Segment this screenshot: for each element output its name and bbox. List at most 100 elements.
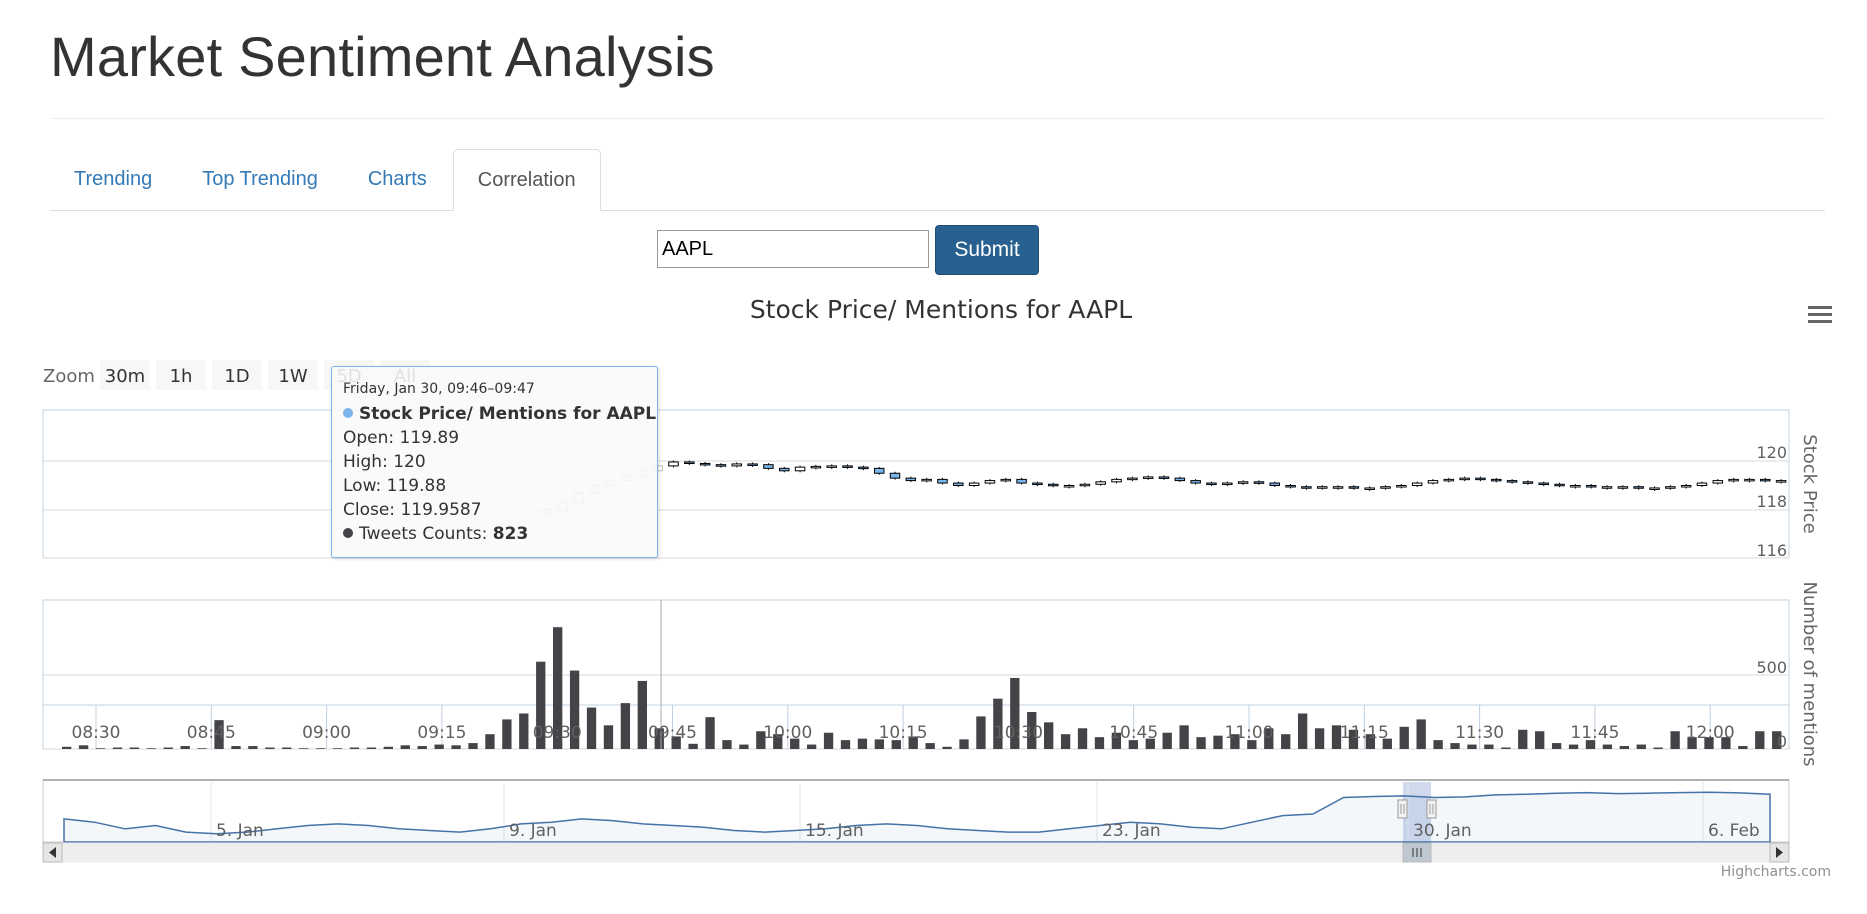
candle: [1237, 481, 1249, 484]
navigator-handle-left[interactable]: [1397, 799, 1408, 819]
mentions-axis-title: Number of mentions: [1799, 582, 1820, 767]
candle: [1760, 478, 1771, 482]
navigator-tick-label: 6. Feb: [1708, 821, 1760, 841]
candle: [1032, 482, 1043, 486]
candle: [968, 482, 980, 486]
zoom-button-label: 1D: [224, 366, 249, 387]
candle: [1047, 483, 1059, 487]
price-tick-118: 118: [1756, 492, 1787, 511]
candle: [1633, 486, 1644, 489]
candle: [1079, 483, 1091, 487]
candle: [1554, 483, 1565, 487]
mention-bar: [112, 747, 123, 749]
mention-bar: [332, 748, 343, 749]
x-tick-label: 09:30: [533, 723, 582, 743]
zoom-button-label: 1W: [278, 366, 307, 387]
candle: [1570, 485, 1581, 488]
hamburger-icon[interactable]: [1808, 306, 1832, 323]
mention-bar: [1738, 746, 1748, 749]
candle: [1427, 480, 1439, 484]
mention-bar: [1314, 728, 1325, 749]
mention-bar: [603, 725, 614, 749]
candle: [1712, 480, 1724, 484]
mention-bar: [806, 744, 817, 749]
mention-bar: [1670, 731, 1680, 749]
mention-bar: [95, 748, 106, 749]
candle: [1696, 482, 1708, 486]
candle: [984, 480, 996, 484]
mention-bar: [1518, 729, 1528, 749]
scroll-right-button[interactable]: [1769, 842, 1790, 863]
candle: [668, 461, 679, 467]
candle: [1316, 486, 1328, 489]
tooltip-open: Open: 119.89: [343, 428, 460, 448]
mentions-tick-0: 0: [1777, 732, 1787, 751]
mention-bar: [942, 746, 952, 749]
candle: [1380, 486, 1391, 489]
zoom-button-1h[interactable]: 1h: [156, 360, 206, 390]
candle: [763, 464, 774, 469]
candle: [1095, 481, 1106, 485]
candle: [779, 467, 790, 472]
mention-bar: [959, 739, 969, 749]
x-tick-label: 08:30: [72, 723, 121, 743]
mention-bar: [705, 717, 715, 749]
scrollbar[interactable]: [42, 842, 1790, 863]
mention-bar: [637, 680, 647, 749]
x-tick-label: 09:15: [417, 723, 466, 743]
candle: [715, 464, 727, 467]
candle: [905, 477, 917, 482]
candle: [1475, 477, 1486, 481]
candle: [1000, 478, 1012, 482]
mention-bar: [857, 738, 868, 749]
mention-bar: [282, 747, 292, 749]
candle: [873, 467, 885, 474]
tooltip-header: Friday, Jan 30, 09:46–09:47: [343, 381, 535, 397]
mention-bar: [1484, 744, 1494, 749]
zoom-button-1d[interactable]: 1D: [212, 360, 262, 390]
candle: [1158, 476, 1170, 479]
mention-bar: [1653, 747, 1663, 749]
candle: [1063, 485, 1075, 488]
mention-bar: [383, 746, 394, 749]
candle: [1665, 486, 1676, 489]
mention-bar: [1568, 744, 1579, 749]
mention-bar: [180, 746, 190, 749]
candle: [1649, 487, 1660, 490]
credits-link[interactable]: Highcharts.com: [1721, 864, 1831, 880]
candle: [1680, 485, 1692, 488]
mention-bar: [976, 716, 986, 749]
mention-bar: [925, 743, 935, 749]
mention-bar: [1297, 713, 1308, 749]
x-tick-label: 09:00: [302, 723, 351, 743]
price-tick-116: 116: [1756, 541, 1787, 560]
candle: [1253, 481, 1265, 484]
mention-bar: [1501, 747, 1511, 749]
tooltip-series-name: Stock Price/ Mentions for AAPL: [359, 404, 657, 424]
candle: [842, 465, 853, 468]
tooltip-high: High: 120: [343, 452, 426, 472]
zoom-button-30m[interactable]: 30m: [100, 360, 150, 390]
mention-bar: [248, 746, 258, 749]
mention-bar: [417, 746, 427, 749]
mention-bar: [1755, 731, 1765, 749]
mention-bar: [739, 744, 749, 749]
x-tick-label: 10:30: [994, 723, 1043, 743]
candle: [1411, 482, 1423, 486]
candle: [937, 478, 948, 484]
candle: [1775, 480, 1787, 483]
mention-bar: [400, 745, 410, 749]
tooltip-close: Close: 119.9587: [343, 500, 482, 520]
mention-bar: [1416, 719, 1426, 749]
mention-bar: [78, 745, 89, 749]
mentions-tick-500: 500: [1756, 658, 1787, 677]
navigator-handle-right[interactable]: [1426, 799, 1437, 819]
candle: [699, 462, 711, 466]
mention-bar: [146, 748, 156, 749]
candle: [1744, 478, 1755, 482]
x-tick-label: 11:30: [1455, 723, 1504, 743]
zoom-button-1w[interactable]: 1W: [268, 360, 318, 390]
mention-bar: [586, 707, 597, 749]
scroll-left-button[interactable]: [42, 842, 63, 863]
mention-bar: [1602, 744, 1613, 749]
